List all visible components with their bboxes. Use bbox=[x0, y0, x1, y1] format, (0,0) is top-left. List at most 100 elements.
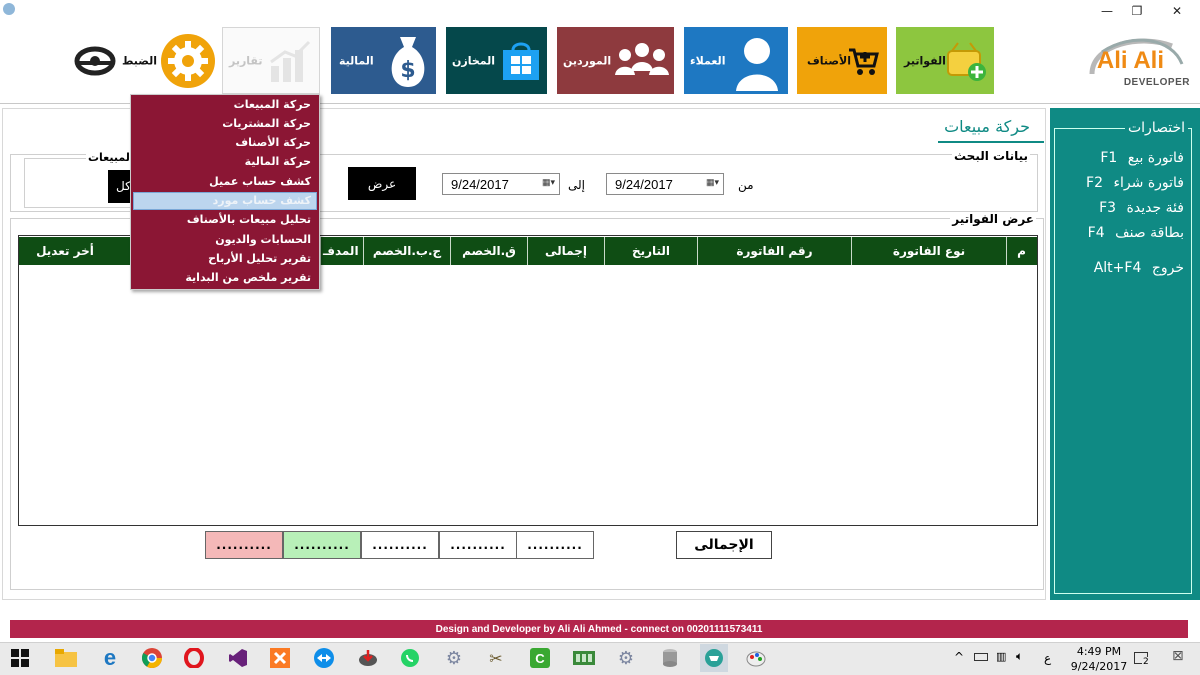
menu-profit-analysis[interactable]: تقرير تحليل الأرباح bbox=[208, 252, 311, 265]
tray-network-icon[interactable]: ▥ bbox=[996, 650, 1006, 663]
shortcut-key: F3 bbox=[1099, 200, 1117, 216]
shortcut-label: خروج bbox=[1151, 260, 1184, 276]
chrome-icon[interactable] bbox=[140, 646, 164, 670]
total-box: .......... bbox=[361, 531, 439, 559]
whatsapp-icon[interactable] bbox=[398, 646, 422, 670]
col-paid[interactable]: المدفـ bbox=[320, 237, 363, 265]
menu-supplier-statement[interactable]: كشف حساب مورد bbox=[213, 194, 311, 207]
hardware-icon[interactable] bbox=[572, 646, 596, 670]
sales-group-title: المبيعات bbox=[86, 151, 136, 164]
from-date-picker[interactable]: 9/24/2017 ▦▾ bbox=[606, 173, 724, 195]
col-date[interactable]: التاريخ bbox=[604, 237, 697, 265]
finance-tile[interactable]: المالية $ bbox=[331, 27, 436, 94]
clock-date[interactable]: 9/24/2017 bbox=[1068, 660, 1130, 673]
shortcut-key: F4 bbox=[1087, 225, 1105, 241]
total-box: .......... bbox=[283, 531, 361, 559]
person-icon bbox=[736, 37, 778, 91]
invoices-section-title: عرض الفواتير bbox=[950, 212, 1036, 226]
downloader-icon[interactable] bbox=[356, 646, 380, 670]
total-box: .......... bbox=[439, 531, 517, 559]
tray-battery-icon[interactable] bbox=[974, 653, 988, 661]
teamviewer-icon[interactable] bbox=[312, 646, 336, 670]
finance-label: المالية bbox=[339, 54, 374, 67]
service-gear-icon[interactable]: ⚙ bbox=[614, 646, 638, 670]
col-invoice-type[interactable]: نوع الفاتورة bbox=[851, 237, 1006, 265]
start-windows-icon[interactable] bbox=[8, 646, 32, 670]
reports-label: تقارير bbox=[229, 54, 263, 67]
from-date-value: 9/24/2017 bbox=[615, 177, 673, 192]
show-desktop-icon[interactable]: ⊠ bbox=[1172, 648, 1184, 664]
tray-chevron-icon[interactable]: ^ bbox=[954, 650, 964, 664]
menu-sales-movement[interactable]: حركة المبيعات bbox=[234, 98, 311, 111]
items-tile[interactable]: الأصناف bbox=[797, 27, 887, 94]
suppliers-label: الموردين bbox=[563, 54, 612, 67]
all-button-label: كل bbox=[116, 179, 131, 193]
col-discount-value[interactable]: ق.الخصم bbox=[450, 237, 527, 265]
clock-time[interactable]: 4:49 PM bbox=[1074, 645, 1124, 658]
col-total[interactable]: إجمالى bbox=[527, 237, 604, 265]
col-invoice-number[interactable]: رقم الفاتورة bbox=[697, 237, 851, 265]
customers-label: العملاء bbox=[690, 54, 726, 67]
shortcut-new-category[interactable]: F3 فئة جديدة bbox=[1099, 200, 1184, 216]
steering-wheel-icon bbox=[74, 46, 116, 75]
reports-tile[interactable]: تقارير bbox=[222, 27, 320, 94]
reports-menu[interactable]: حركة المبيعات حركة المشتريات حركة الأصنا… bbox=[130, 94, 320, 290]
visual-studio-icon[interactable] bbox=[226, 646, 250, 670]
shortcut-label: فئة جديدة bbox=[1126, 200, 1184, 216]
svg-text:$: $ bbox=[400, 58, 415, 83]
menu-sales-by-items[interactable]: تحليل مبيعات بالأصناف bbox=[187, 213, 311, 226]
total-box: .......... bbox=[516, 531, 594, 559]
settings-tile[interactable]: الضبط bbox=[66, 27, 216, 94]
shortcut-exit[interactable]: Alt+F4 خروج bbox=[1094, 260, 1184, 276]
svg-text:C: C bbox=[535, 651, 545, 666]
totals-label: الإجمالى bbox=[676, 531, 772, 559]
edge-icon[interactable]: e bbox=[98, 645, 122, 670]
suppliers-tile[interactable]: الموردين bbox=[557, 27, 674, 94]
active-app-icon[interactable] bbox=[700, 644, 728, 672]
stores-tile[interactable]: المخازن bbox=[446, 27, 547, 94]
all-button[interactable]: كل bbox=[108, 170, 132, 203]
col-after-discount[interactable]: ج.ب.الخصم bbox=[363, 237, 450, 265]
input-language[interactable]: ع bbox=[1044, 651, 1051, 665]
to-date-value: 9/24/2017 bbox=[451, 177, 509, 192]
shortcut-new-sale[interactable]: F1 فاتورة بيع bbox=[1100, 150, 1184, 166]
opera-icon[interactable] bbox=[182, 646, 206, 670]
logo: Ali Ali DEVELOPER bbox=[1072, 24, 1194, 96]
menu-finance-movement[interactable]: حركة المالية bbox=[245, 155, 311, 168]
basket-add-icon bbox=[947, 41, 986, 81]
app-gear-icon[interactable]: ⚙ bbox=[442, 646, 466, 670]
menu-customer-statement[interactable]: كشف حساب عميل bbox=[209, 175, 311, 188]
shortcut-label: بطاقة صنف bbox=[1115, 225, 1184, 241]
menu-accounts-debts[interactable]: الحسابات والديون bbox=[215, 233, 311, 246]
invoices-tile[interactable]: الفواتير bbox=[896, 27, 994, 94]
customers-tile[interactable]: العملاء bbox=[684, 27, 788, 94]
database-icon[interactable] bbox=[658, 646, 682, 670]
camtasia-icon[interactable]: C bbox=[528, 646, 552, 670]
to-label: إلى bbox=[568, 178, 585, 192]
tray-volume-icon[interactable]: 🔈︎ bbox=[1016, 649, 1023, 664]
paint-icon[interactable] bbox=[744, 646, 768, 670]
from-label: من bbox=[738, 178, 754, 192]
xampp-icon[interactable] bbox=[268, 646, 292, 670]
file-explorer-icon[interactable] bbox=[54, 646, 78, 670]
shortcut-new-purchase[interactable]: F2 فاتورة شراء bbox=[1086, 175, 1184, 191]
shortcut-key: Alt+F4 bbox=[1093, 260, 1142, 276]
title-underline bbox=[938, 141, 1044, 143]
cart-icon bbox=[849, 48, 879, 75]
stores-label: المخازن bbox=[452, 54, 496, 67]
shortcuts-frame bbox=[1054, 128, 1192, 594]
menu-items-movement[interactable]: حركة الأصناف bbox=[235, 136, 311, 149]
menu-summary-report[interactable]: تقرير ملخص من البداية bbox=[185, 271, 311, 284]
show-button[interactable]: عرض bbox=[348, 167, 416, 200]
to-date-picker[interactable]: 9/24/2017 ▦▾ bbox=[442, 173, 560, 195]
menu-purchases-movement[interactable]: حركة المشتريات bbox=[222, 117, 311, 130]
logo-sub: DEVELOPER bbox=[1123, 77, 1190, 88]
page-title: حركة مبيعات bbox=[944, 117, 1030, 136]
shortcuts-title: اختصارات bbox=[1124, 120, 1188, 136]
col-index[interactable]: م bbox=[1006, 237, 1036, 265]
calendar-dropdown-icon: ▦▾ bbox=[541, 177, 555, 187]
close-button[interactable]: ✕ bbox=[1154, 0, 1200, 22]
tools-icon[interactable]: ✂ bbox=[484, 646, 508, 670]
shortcut-item-card[interactable]: F4 بطاقة صنف bbox=[1088, 225, 1184, 241]
col-last-edit[interactable]: أخر تعديل bbox=[19, 237, 111, 265]
